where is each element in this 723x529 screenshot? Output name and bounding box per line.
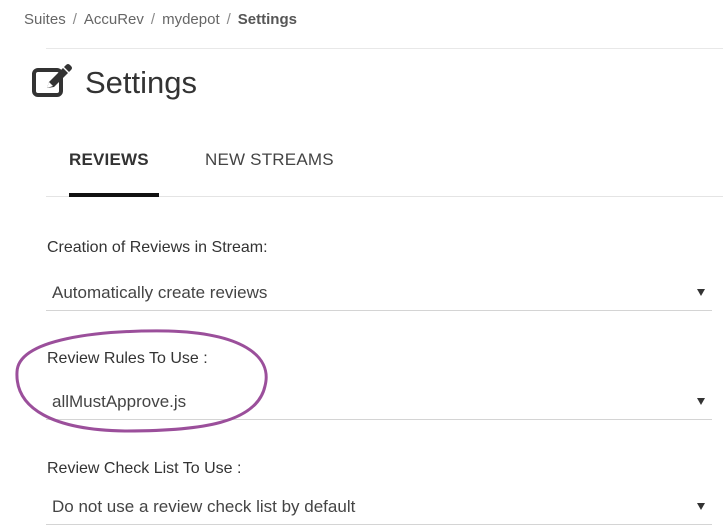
- review-rules-value: allMustApprove.js: [52, 391, 187, 411]
- breadcrumb: Suites / AccuRev / mydepot / Settings: [24, 9, 297, 29]
- creation-of-reviews-select[interactable]: Automatically create reviews: [46, 276, 712, 311]
- creation-of-reviews-value: Automatically create reviews: [52, 282, 268, 302]
- edit-icon: [31, 63, 75, 101]
- tab-reviews-label: REVIEWS: [69, 150, 149, 169]
- page-header: Settings: [31, 58, 197, 106]
- review-rules-select[interactable]: allMustApprove.js: [46, 385, 712, 420]
- breadcrumb-item-suites[interactable]: Suites: [24, 11, 66, 28]
- breadcrumb-item-mydepot[interactable]: mydepot: [162, 11, 220, 28]
- page-title: Settings: [85, 64, 198, 100]
- settings-page: Suites / AccuRev / mydepot / Settings Se…: [0, 0, 723, 529]
- review-checklist-label: Review Check List To Use :: [47, 460, 242, 477]
- breadcrumb-item-accurev[interactable]: AccuRev: [84, 11, 144, 28]
- breadcrumb-separator: /: [72, 10, 77, 28]
- review-checklist-value: Do not use a review check list by defaul…: [52, 496, 356, 516]
- tab-new-streams-label: NEW STREAMS: [205, 150, 334, 169]
- breadcrumb-current: Settings: [237, 10, 297, 28]
- creation-of-reviews-label: Creation of Reviews in Stream:: [47, 239, 268, 256]
- review-rules-label: Review Rules To Use :: [47, 350, 208, 367]
- chevron-down-icon: [697, 289, 705, 296]
- review-checklist-select[interactable]: Do not use a review check list by defaul…: [46, 490, 712, 525]
- chevron-down-icon: [697, 398, 705, 405]
- breadcrumb-divider: [46, 48, 723, 49]
- settings-tabs: REVIEWS NEW STREAMS: [46, 145, 723, 197]
- tab-new-streams[interactable]: NEW STREAMS: [205, 145, 355, 197]
- breadcrumb-separator: /: [150, 10, 156, 28]
- tab-reviews[interactable]: REVIEWS: [69, 145, 159, 197]
- breadcrumb-separator: /: [226, 10, 231, 28]
- chevron-down-icon: [697, 503, 705, 510]
